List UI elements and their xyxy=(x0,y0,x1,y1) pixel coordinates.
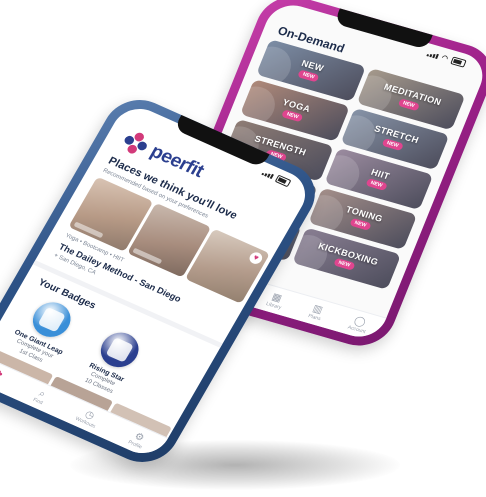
favorite-heart-icon[interactable]: ♥ xyxy=(247,250,265,266)
nav-item-account[interactable]: ◯ Account xyxy=(347,314,371,335)
nav-item-plans[interactable]: ▥ Plans xyxy=(307,302,325,322)
badge-emblem-icon xyxy=(37,306,66,333)
badge-emblem-icon xyxy=(105,337,134,363)
signal-icon xyxy=(261,170,275,179)
badge-medal-icon xyxy=(26,296,78,343)
nav-item-library[interactable]: ▦ Library xyxy=(265,290,286,310)
signal-icon xyxy=(426,51,439,59)
nav-item-find[interactable]: ⌕ Find xyxy=(32,387,49,406)
flower-icon: ✿ xyxy=(0,367,5,381)
flower-logo-icon xyxy=(118,128,152,159)
nav-item-workouts[interactable]: ◷ Workouts xyxy=(74,406,102,429)
battery-icon xyxy=(274,174,292,188)
battery-icon xyxy=(450,56,467,68)
badge-medal-icon xyxy=(94,326,146,373)
nav-item-home[interactable]: ✿Home xyxy=(0,367,7,387)
nav-item-profile[interactable]: ⚙ Profile xyxy=(127,429,149,449)
wifi-icon: ◠ xyxy=(440,54,449,63)
